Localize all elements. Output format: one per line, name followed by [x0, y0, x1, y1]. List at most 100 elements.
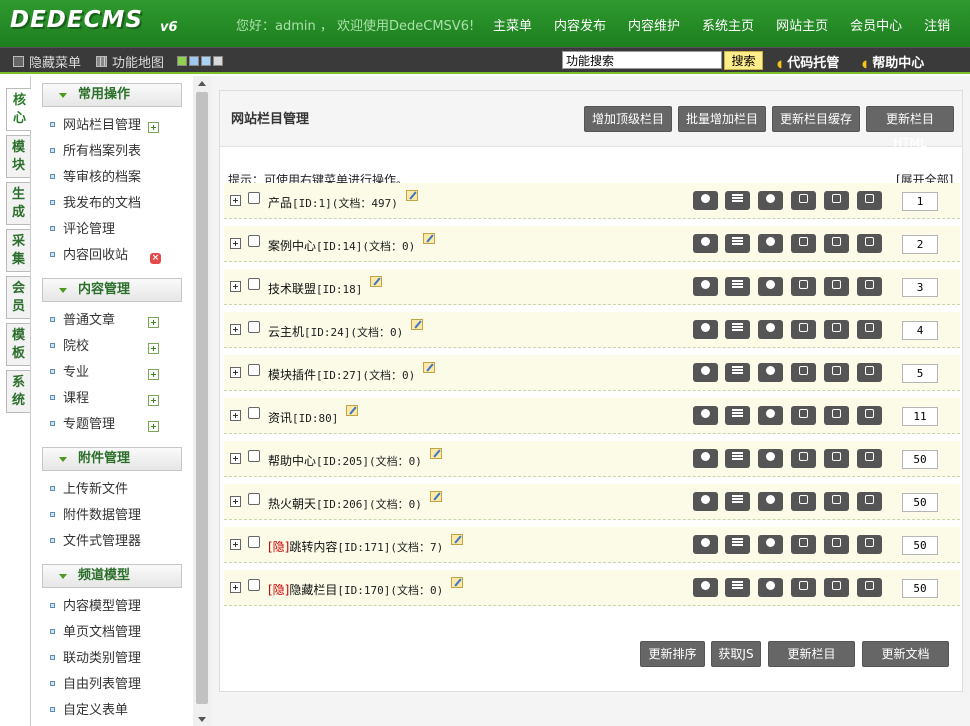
add-child-icon[interactable] — [758, 578, 783, 597]
list-icon[interactable] — [725, 492, 750, 511]
edit-icon[interactable] — [791, 234, 816, 253]
row-checkbox[interactable] — [248, 321, 260, 333]
add-child-icon[interactable] — [758, 406, 783, 425]
quick-edit-icon[interactable] — [451, 534, 464, 545]
preview-icon[interactable] — [693, 406, 718, 425]
list-icon[interactable] — [725, 449, 750, 468]
menu-item-courses[interactable]: 课程 — [50, 389, 89, 409]
menu-item-custom-form[interactable]: 自定义表单 — [50, 701, 128, 721]
code-hosting-link[interactable]: ◖ 代码托管 — [777, 52, 839, 71]
list-icon[interactable] — [725, 234, 750, 253]
sort-order-input[interactable] — [902, 321, 938, 340]
scroll-thumb[interactable] — [196, 92, 208, 704]
skin-swatch[interactable] — [177, 56, 187, 66]
expand-toggle-icon[interactable] — [230, 281, 241, 292]
search-button[interactable]: 搜索 — [724, 51, 763, 70]
skin-swatch[interactable] — [201, 56, 211, 66]
move-icon[interactable] — [824, 578, 849, 597]
quick-edit-icon[interactable] — [451, 577, 464, 588]
menu-group-header[interactable]: 内容管理 — [42, 278, 182, 302]
category-name[interactable]: 资讯 — [268, 411, 292, 425]
quick-edit-icon[interactable] — [405, 190, 418, 201]
get-js-button[interactable]: 获取JS — [711, 641, 761, 667]
add-icon[interactable] — [148, 122, 159, 133]
preview-icon[interactable] — [693, 277, 718, 296]
add-child-icon[interactable] — [758, 234, 783, 253]
add-child-icon[interactable] — [758, 492, 783, 511]
category-name[interactable]: 热火朝天 — [268, 497, 316, 511]
edit-icon[interactable] — [791, 535, 816, 554]
list-icon[interactable] — [725, 535, 750, 554]
skin-swatch[interactable] — [189, 56, 199, 66]
row-checkbox[interactable] — [248, 450, 260, 462]
update-column-cache-button[interactable]: 更新栏目缓存 — [772, 106, 860, 132]
delete-icon[interactable] — [857, 191, 882, 210]
list-icon[interactable] — [725, 406, 750, 425]
expand-toggle-icon[interactable] — [230, 496, 241, 507]
add-top-column-button[interactable]: 增加顶级栏目 — [584, 106, 672, 132]
update-column-html-button[interactable]: 更新栏目HTML — [866, 106, 954, 150]
row-checkbox[interactable] — [248, 192, 260, 204]
update-doc-html-button[interactable]: 更新文档HTML — [862, 641, 949, 685]
add-icon[interactable] — [148, 421, 159, 432]
update-order-button[interactable]: 更新排序 — [640, 641, 705, 667]
menu-group-header[interactable]: 常用操作 — [42, 83, 182, 107]
sort-order-input[interactable] — [902, 235, 938, 254]
move-icon[interactable] — [824, 492, 849, 511]
move-icon[interactable] — [824, 234, 849, 253]
expand-toggle-icon[interactable] — [230, 324, 241, 335]
nav-system-home[interactable]: 系统主页 — [691, 15, 765, 34]
row-checkbox[interactable] — [248, 407, 260, 419]
category-name[interactable]: 模块插件 — [268, 368, 316, 382]
category-name[interactable]: 云主机 — [268, 325, 304, 339]
update-column-html-bottom-button[interactable]: 更新栏目HTML — [768, 641, 855, 685]
category-name[interactable]: 产品 — [268, 196, 292, 210]
move-icon[interactable] — [824, 363, 849, 382]
preview-icon[interactable] — [693, 492, 718, 511]
edit-icon[interactable] — [791, 578, 816, 597]
add-icon[interactable] — [148, 317, 159, 328]
sitemap-button[interactable]: 功能地图 — [96, 52, 164, 71]
row-checkbox[interactable] — [248, 235, 260, 247]
preview-icon[interactable] — [693, 449, 718, 468]
tab-system[interactable]: 系统 — [6, 370, 30, 413]
quick-edit-icon[interactable] — [423, 233, 436, 244]
quick-edit-icon[interactable] — [429, 491, 442, 502]
menu-item-pending-archives[interactable]: 等审核的档案 — [50, 168, 141, 188]
list-icon[interactable] — [725, 320, 750, 339]
tab-module[interactable]: 模块 — [6, 135, 30, 178]
menu-group-header[interactable]: 频道模型 — [42, 564, 182, 588]
quick-edit-icon[interactable] — [411, 319, 424, 330]
menu-item-topics[interactable]: 专题管理 — [50, 415, 115, 435]
add-child-icon[interactable] — [758, 449, 783, 468]
preview-icon[interactable] — [693, 320, 718, 339]
edit-icon[interactable] — [791, 492, 816, 511]
delete-icon[interactable] — [857, 535, 882, 554]
row-checkbox[interactable] — [248, 579, 260, 591]
sort-order-input[interactable] — [902, 278, 938, 297]
category-name[interactable]: 隐藏栏目 — [289, 583, 337, 597]
expand-toggle-icon[interactable] — [230, 410, 241, 421]
category-name[interactable]: 技术联盟 — [268, 282, 316, 296]
expand-toggle-icon[interactable] — [230, 238, 241, 249]
delete-icon[interactable] — [857, 449, 882, 468]
delete-icon[interactable] — [857, 406, 882, 425]
preview-icon[interactable] — [693, 535, 718, 554]
expand-toggle-icon[interactable] — [230, 367, 241, 378]
add-child-icon[interactable] — [758, 363, 783, 382]
hide-menu-button[interactable]: 隐藏菜单 — [13, 52, 81, 71]
nav-content-maintain[interactable]: 内容维护 — [617, 15, 691, 34]
menu-item-recycle-bin[interactable]: 内容回收站 — [50, 246, 128, 266]
menu-group-header[interactable]: 附件管理 — [42, 447, 182, 471]
function-search-input[interactable] — [562, 51, 722, 69]
sort-order-input[interactable] — [902, 192, 938, 211]
delete-icon[interactable] — [857, 363, 882, 382]
add-child-icon[interactable] — [758, 277, 783, 296]
list-icon[interactable] — [725, 277, 750, 296]
sort-order-input[interactable] — [902, 579, 938, 598]
help-center-link[interactable]: ◖ 帮助中心 — [862, 52, 924, 71]
menu-item-linkage-category[interactable]: 联动类别管理 — [50, 649, 141, 669]
delete-icon[interactable]: × — [150, 253, 161, 264]
menu-item-free-list[interactable]: 自由列表管理 — [50, 675, 141, 695]
sort-order-input[interactable] — [902, 493, 938, 512]
